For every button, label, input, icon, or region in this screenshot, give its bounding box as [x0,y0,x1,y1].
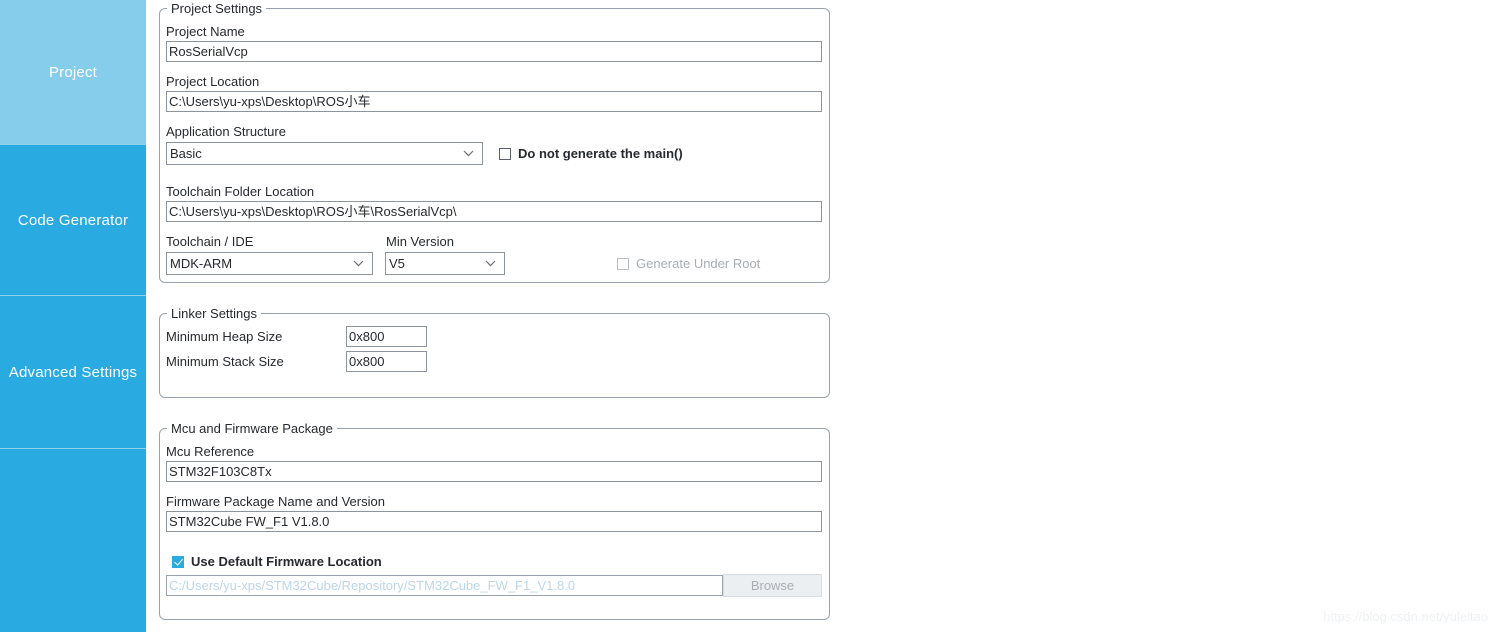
checkbox-box [617,257,629,270]
min-version-select[interactable]: V5 [385,252,505,275]
project-name-input[interactable]: RosSerialVcp [166,41,822,62]
browse-button: Browse [723,574,822,597]
project-settings-title: Project Settings [167,1,267,16]
min-stack-size-label: Minimum Stack Size [166,354,284,369]
sidebar-item-advanced-settings[interactable]: Advanced Settings [0,296,146,448]
sidebar-item-empty[interactable] [0,449,146,632]
chevron-down-icon [484,253,496,274]
project-name-label: Project Name [166,24,245,39]
checkbox-box [499,147,511,160]
sidebar-item-project[interactable]: Project [0,0,146,144]
firmware-location-input: C:/Users/yu-xps/STM32Cube/Repository/STM… [166,575,723,596]
watermark: https://blog.csdn.net/yuleitao [1323,609,1488,624]
mcu-reference-input[interactable]: STM32F103C8Tx [166,461,822,482]
generate-under-root-label: Generate Under Root [636,256,761,271]
mcu-firmware-title: Mcu and Firmware Package [167,421,337,436]
sidebar-item-code-generator[interactable]: Code Generator [0,145,146,295]
toolchain-folder-label: Toolchain Folder Location [166,184,315,199]
application-structure-select[interactable]: Basic [166,142,483,165]
application-structure-value: Basic [170,146,202,161]
min-heap-size-input[interactable]: 0x800 [346,326,427,347]
mcu-reference-label: Mcu Reference [166,444,255,459]
do-not-generate-main-label: Do not generate the main() [518,146,683,161]
min-version-label: Min Version [386,234,454,249]
chevron-down-icon [462,143,474,164]
application-structure-label: Application Structure [166,124,286,139]
chevron-down-icon [352,253,364,274]
project-location-input[interactable]: C:\Users\yu-xps\Desktop\ROS小车 [166,91,822,112]
toolchain-ide-value: MDK-ARM [170,256,233,271]
checkbox-box [172,555,184,568]
use-default-firmware-location-label: Use Default Firmware Location [191,554,382,569]
sidebar-item-label: Project [48,63,98,81]
firmware-package-label: Firmware Package Name and Version [166,494,385,509]
do-not-generate-main-checkbox[interactable]: Do not generate the main() [499,146,683,161]
sidebar: Project Code Generator Advanced Settings [0,0,146,632]
linker-settings-title: Linker Settings [167,306,261,321]
min-heap-size-label: Minimum Heap Size [166,329,283,344]
project-location-label: Project Location [166,74,260,89]
toolchain-ide-label: Toolchain / IDE [166,234,254,249]
firmware-package-input[interactable]: STM32Cube FW_F1 V1.8.0 [166,511,822,532]
min-stack-size-input[interactable]: 0x800 [346,351,427,372]
sidebar-item-label: Code Generator [17,211,129,229]
toolchain-ide-select[interactable]: MDK-ARM [166,252,373,275]
sidebar-item-label: Advanced Settings [8,363,138,381]
toolchain-folder-input[interactable]: C:\Users\yu-xps\Desktop\ROS小车\RosSerialV… [166,201,822,222]
min-version-value: V5 [389,256,405,271]
generate-under-root-checkbox: Generate Under Root [617,256,760,271]
use-default-firmware-location-checkbox[interactable]: Use Default Firmware Location [172,554,382,569]
